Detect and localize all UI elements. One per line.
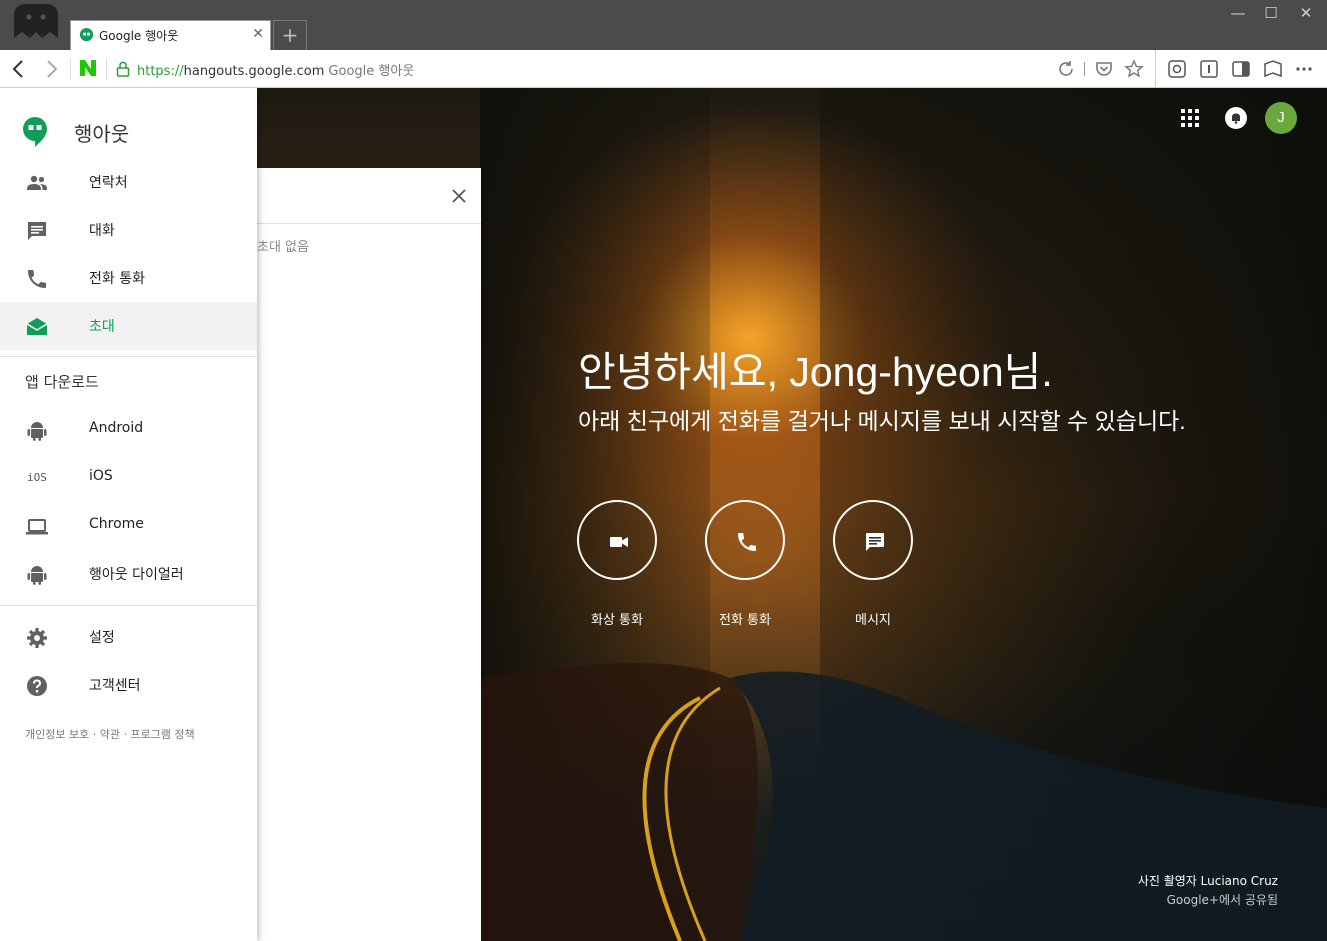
- download-android[interactable]: Android: [0, 406, 257, 454]
- forward-icon[interactable]: [38, 56, 64, 82]
- nav-item-settings[interactable]: 설정: [0, 613, 257, 661]
- notifications-bell-icon[interactable]: [1224, 106, 1248, 130]
- back-icon[interactable]: [6, 56, 32, 82]
- drawer-footer-links[interactable]: 개인정보 보호 · 약관 · 프로그램 정책: [25, 726, 195, 742]
- contacts-icon: [27, 175, 47, 190]
- invite-mail-icon: [26, 318, 48, 335]
- close-icon[interactable]: [449, 186, 469, 206]
- reload-icon[interactable]: [1056, 59, 1076, 79]
- reader-icon[interactable]: [1263, 59, 1283, 79]
- invites-panel-header: [257, 168, 481, 224]
- side-drawer: 행아웃 연락처 대화 전화 통화 초대 앱 다운로드 Android iOS i…: [0, 88, 257, 941]
- more-menu-icon[interactable]: [1294, 59, 1314, 79]
- greeting-subtitle: 아래 친구에게 전화를 걸거나 메시지를 보내 시작할 수 있습니다.: [578, 408, 1186, 434]
- nav-item-label: 연락처: [89, 175, 128, 191]
- bookmark-star-icon[interactable]: [1124, 59, 1144, 79]
- nav-item-help[interactable]: 고객센터: [0, 661, 257, 709]
- video-camera-icon: [610, 537, 628, 547]
- nav-item-contacts[interactable]: 연락처: [0, 158, 257, 206]
- help-icon: [27, 676, 47, 696]
- android-icon: [27, 422, 47, 441]
- nav-item-conversations[interactable]: 대화: [0, 206, 257, 254]
- nav-item-invites[interactable]: 초대: [0, 302, 257, 350]
- ios-icon: iOS: [27, 471, 47, 484]
- message-button[interactable]: [833, 500, 913, 580]
- photo-source: Google+에서 공유됨: [1166, 893, 1278, 907]
- hangouts-favicon-icon: [79, 28, 94, 42]
- photo-credit[interactable]: 사진 촬영자 Luciano Cruz: [1138, 872, 1278, 889]
- phone-call-button[interactable]: [705, 500, 785, 580]
- minimize-icon[interactable]: —: [1223, 4, 1253, 22]
- video-call-label: 화상 통화: [591, 613, 643, 628]
- nav-item-label: 고객센터: [89, 678, 141, 694]
- toolbar-divider: [70, 58, 71, 80]
- video-call-button[interactable]: [577, 500, 657, 580]
- toolbar-divider: [1084, 62, 1085, 76]
- message-icon: [866, 533, 884, 551]
- address-bar[interactable]: https://hangouts.google.com Google 행아웃: [137, 60, 414, 79]
- browser-titlebar: Google 행아웃 ✕ + — ☐ ✕: [0, 0, 1327, 50]
- invites-panel: 초대 없음: [257, 168, 481, 941]
- browser-toolbar: https://hangouts.google.com Google 행아웃: [0, 50, 1327, 88]
- download-label: Chrome: [89, 516, 144, 532]
- toolbar-divider: [1155, 50, 1156, 88]
- tab-close-icon[interactable]: ✕: [252, 26, 264, 42]
- download-ios[interactable]: iOS iOS: [0, 454, 257, 502]
- phone-icon: [738, 533, 756, 551]
- url-host: hangouts.google.com: [183, 64, 325, 79]
- drawer-divider: [0, 605, 257, 606]
- lock-icon: [116, 61, 130, 77]
- browser-logo-icon: [14, 4, 58, 38]
- naver-home-icon[interactable]: [78, 58, 98, 78]
- gear-icon: [27, 628, 47, 648]
- maximize-icon[interactable]: ☐: [1256, 4, 1286, 22]
- download-section-title: 앱 다운로드: [25, 373, 99, 391]
- greeting-title: 안녕하세요, Jong-hyeon님.: [578, 349, 1053, 395]
- nav-item-phone-calls[interactable]: 전화 통화: [0, 254, 257, 302]
- browser-tab[interactable]: Google 행아웃 ✕: [70, 20, 271, 50]
- apps-grid-icon[interactable]: [1180, 108, 1200, 128]
- download-chrome[interactable]: Chrome: [0, 502, 257, 550]
- info-panel-icon[interactable]: [1199, 59, 1219, 79]
- phone-icon: [28, 270, 46, 288]
- url-scheme: https://: [137, 64, 184, 79]
- capture-icon[interactable]: [1167, 59, 1187, 79]
- message-label: 메시지: [855, 613, 891, 628]
- android-icon: [27, 566, 47, 585]
- brand-name: 행아웃: [74, 122, 130, 146]
- laptop-icon: [26, 519, 48, 535]
- phone-call-label: 전화 통화: [719, 613, 771, 628]
- toolbar-divider: [106, 58, 107, 80]
- download-hangouts-dialer[interactable]: 행아웃 다이얼러: [0, 550, 257, 598]
- url-page-title: Google 행아웃: [328, 64, 415, 79]
- drawer-divider: [0, 356, 257, 357]
- split-view-icon[interactable]: [1231, 59, 1251, 79]
- nav-item-label: 대화: [89, 223, 115, 239]
- account-avatar[interactable]: J: [1265, 102, 1297, 134]
- download-label: 행아웃 다이얼러: [89, 567, 184, 583]
- hangouts-main: J 안녕하세요, Jong-hyeon님. 아래 친구에게 전화를 걸거나 메시…: [0, 88, 1327, 941]
- nav-item-label: 설정: [89, 630, 115, 646]
- nav-item-label: 초대: [89, 319, 115, 335]
- new-tab-button[interactable]: +: [273, 20, 307, 50]
- nav-item-label: 전화 통화: [89, 271, 145, 287]
- download-label: Android: [89, 420, 144, 436]
- pocket-icon[interactable]: [1094, 59, 1114, 79]
- tab-title: Google 행아웃: [99, 29, 179, 43]
- hangouts-logo-icon: [23, 117, 47, 147]
- download-label: iOS: [89, 468, 113, 484]
- invites-empty-text: 초대 없음: [257, 240, 309, 255]
- chat-icon: [28, 222, 46, 240]
- window-close-icon[interactable]: ✕: [1291, 4, 1321, 22]
